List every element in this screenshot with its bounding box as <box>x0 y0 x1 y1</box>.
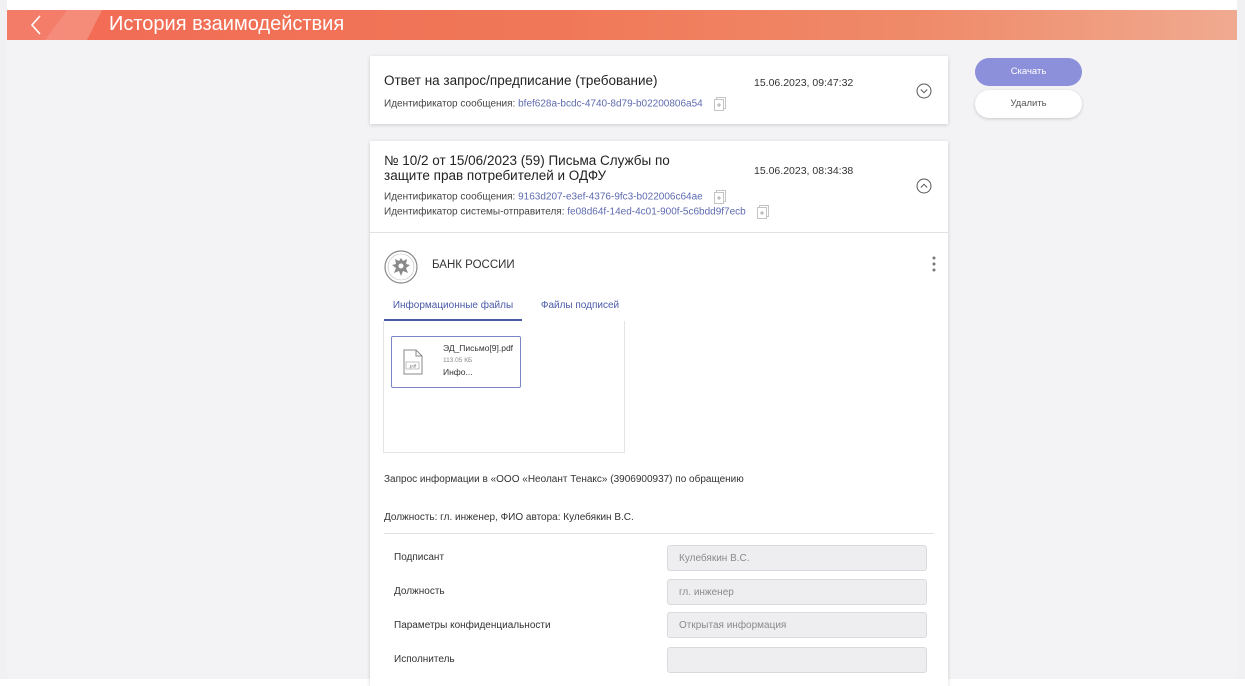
message-id-row: Идентификатор сообщения: bfef628a-bcdc-4… <box>384 97 726 111</box>
message-card: Ответ на запрос/предписание (требование)… <box>370 56 948 124</box>
chevron-up-icon[interactable] <box>916 178 932 194</box>
sender-system-id-value[interactable]: fe08d64f-14ed-4c01-900f-5c6bdd9f7ecb <box>567 207 745 218</box>
bank-emblem-icon <box>384 250 418 284</box>
sender-system-id-row: Идентификатор системы-отправителя: fe08d… <box>384 205 769 219</box>
sender-name: БАНК РОССИИ <box>432 259 515 271</box>
position-label: Должность <box>394 586 445 597</box>
message-title-line2: защите прав потребителей и ОДФУ <box>384 168 607 183</box>
form-divider <box>384 533 934 534</box>
signer-field[interactable] <box>667 545 927 571</box>
executor-field[interactable] <box>667 647 927 673</box>
copy-icon[interactable] <box>713 190 726 204</box>
confidentiality-label: Параметры конфиденциальности <box>394 620 551 631</box>
copy-icon[interactable] <box>713 97 726 111</box>
message-id-row: Идентификатор сообщения: 9163d207-e3ef-4… <box>384 190 726 204</box>
more-vertical-icon[interactable] <box>926 255 942 273</box>
page-title: История взаимодействия <box>109 13 345 35</box>
svg-text:.pdf: .pdf <box>409 364 417 369</box>
message-description: Запрос информации в «ООО «Неолант Тенакс… <box>384 474 744 485</box>
message-id-label: Идентификатор сообщения: <box>384 98 516 110</box>
tab-signature-files[interactable]: Файлы подписей <box>530 293 630 319</box>
file-type: Инфо... <box>443 367 473 377</box>
chevron-down-icon[interactable] <box>916 83 932 99</box>
file-name: ЭД_Письмо[9].pdf <box>443 343 514 353</box>
message-id-value[interactable]: 9163d207-e3ef-4376-9fc3-b022006c64ae <box>518 192 703 203</box>
sender-system-id-label: Идентификатор системы-отправителя: <box>384 206 565 218</box>
file-size: 113.05 КБ <box>443 357 473 364</box>
message-card-expanded: № 10/2 от 15/06/2023 (59) Письма Службы … <box>370 141 948 686</box>
message-date: 15.06.2023, 09:47:32 <box>754 77 854 89</box>
message-id-label: Идентификатор сообщения: <box>384 191 516 203</box>
card-divider <box>370 232 948 233</box>
delete-button[interactable]: Удалить <box>975 90 1082 118</box>
left-frame <box>0 0 7 679</box>
file-tabs: Информационные файлы Файлы подписей <box>384 293 624 321</box>
signer-label: Подписант <box>394 552 445 563</box>
back-arrow-icon[interactable] <box>24 12 50 38</box>
download-button[interactable]: Скачать <box>975 58 1082 86</box>
message-title-line1: № 10/2 от 15/06/2023 (59) Письма Службы … <box>384 153 670 168</box>
page-header: История взаимодействия <box>7 10 1237 40</box>
position-field[interactable] <box>667 579 927 605</box>
file-tile[interactable]: .pdf ЭД_Письмо[9].pdf 113.05 КБ Инфо... <box>391 336 521 388</box>
tab-info-files[interactable]: Информационные файлы <box>384 293 522 321</box>
confidentiality-field[interactable] <box>667 612 927 638</box>
executor-label: Исполнитель <box>394 654 455 665</box>
author-line: Должность: гл. инженер, ФИО автора: Куле… <box>384 512 634 523</box>
copy-icon[interactable] <box>756 205 769 219</box>
message-title: Ответ на запрос/предписание (требование) <box>384 73 658 88</box>
pdf-file-icon: .pdf <box>403 349 423 375</box>
right-frame <box>1237 0 1245 679</box>
message-id-value[interactable]: bfef628a-bcdc-4740-8d79-b02200806a54 <box>518 99 703 110</box>
message-date: 15.06.2023, 08:34:38 <box>754 165 854 177</box>
